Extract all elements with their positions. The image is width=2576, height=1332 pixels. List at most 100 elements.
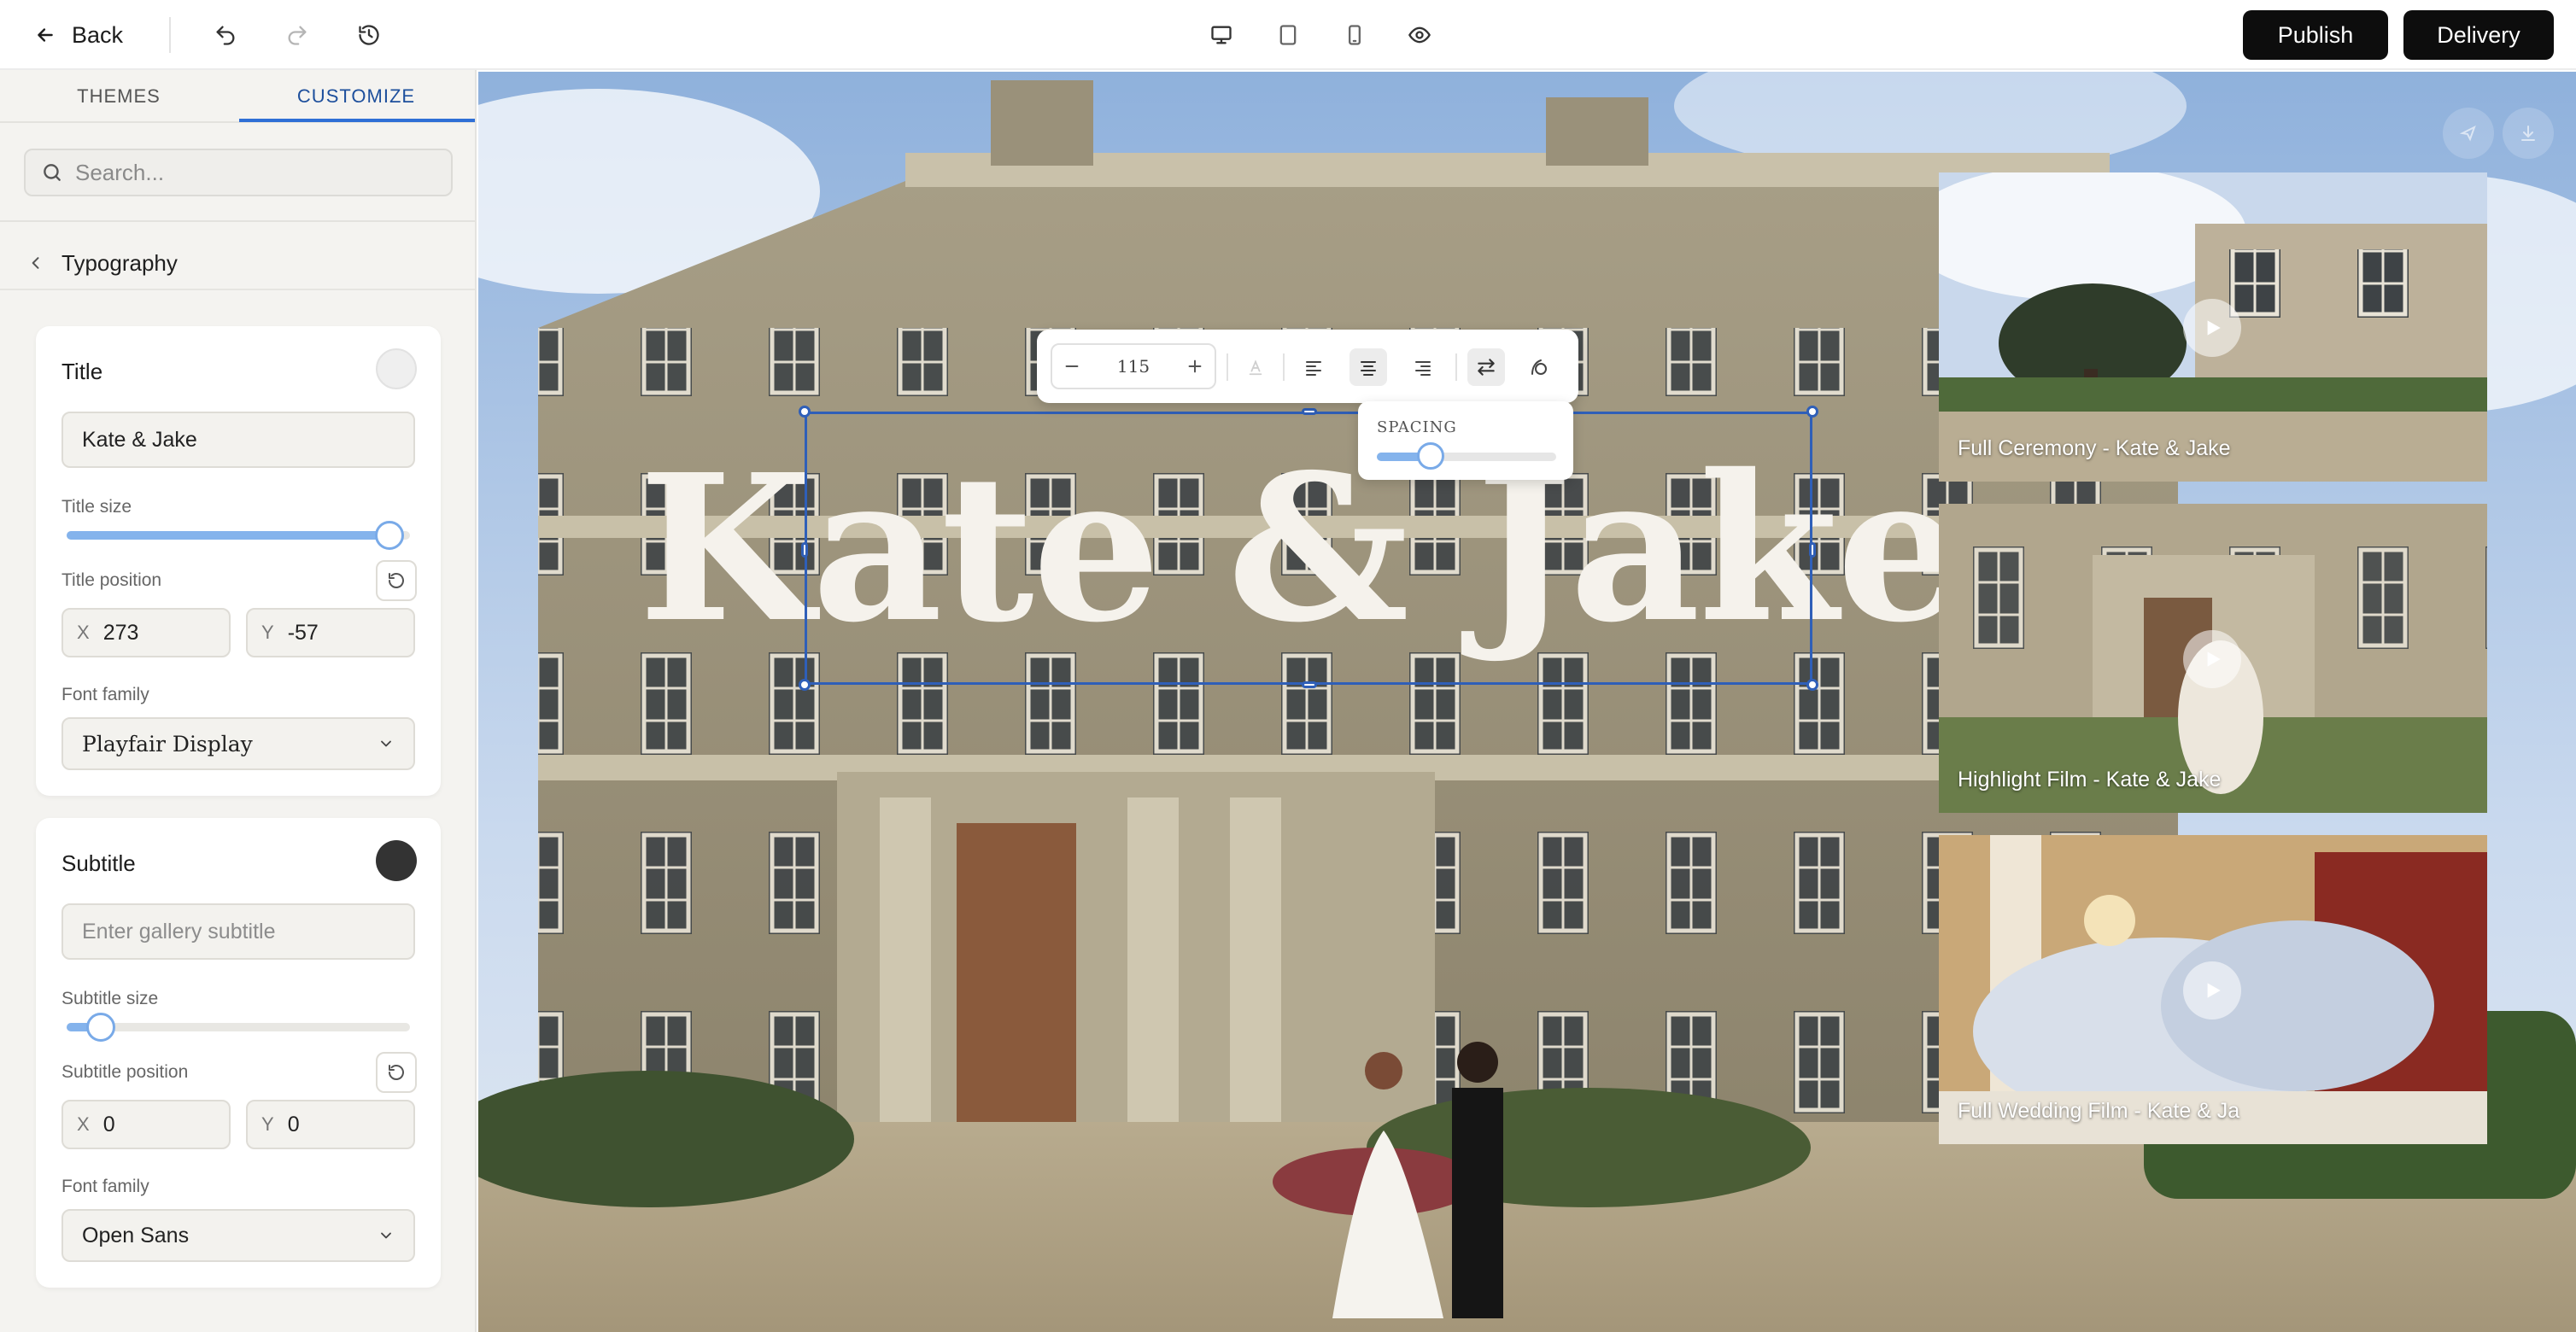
play-icon (2207, 320, 2221, 336)
title-y-input[interactable] (287, 620, 399, 646)
title-position-reset-button[interactable] (376, 560, 417, 601)
video-caption: Full Wedding Film - Kate & Ja (1958, 1099, 2240, 1123)
title-text-input[interactable] (61, 412, 415, 468)
title-position-label: Title position (61, 570, 162, 590)
chevron-down-icon (381, 740, 391, 747)
toolbar-divider (1227, 353, 1228, 381)
desktop-icon (1211, 26, 1232, 44)
redo-button[interactable] (278, 16, 316, 54)
play-button[interactable] (2183, 299, 2241, 357)
tab-themes[interactable]: THEMES (0, 70, 237, 123)
customize-sidebar: THEMES CUSTOMIZE Typography Title Title … (0, 70, 477, 1332)
play-icon (2207, 983, 2221, 998)
title-selection-box[interactable] (799, 406, 1818, 691)
subtitle-font-select[interactable]: Open Sans (61, 1209, 415, 1262)
share-icon (2459, 125, 2476, 142)
tablet-icon (1279, 25, 1297, 45)
subtitle-y-field: Y (246, 1100, 415, 1149)
breadcrumb-label: Typography (61, 249, 178, 276)
subtitle-font-value: Open Sans (82, 1223, 190, 1247)
video-caption: Full Ceremony - Kate & Jake (1958, 436, 2231, 460)
undo-button[interactable] (207, 16, 244, 54)
font-size-value[interactable]: 115 (1117, 356, 1150, 377)
spacing-slider[interactable] (1377, 442, 1556, 470)
align-center-button[interactable] (1349, 348, 1387, 386)
subtitle-size-knob[interactable] (86, 1013, 115, 1042)
arrow-left-icon (38, 28, 53, 42)
subtitle-x-input[interactable] (102, 1112, 214, 1137)
subtitle-size-slider[interactable] (67, 1013, 410, 1042)
resize-handle-right[interactable] (1809, 542, 1816, 558)
tab-customize[interactable]: CUSTOMIZE (237, 70, 475, 123)
minus-icon[interactable] (1063, 357, 1081, 376)
subtitle-position-reset-button[interactable] (376, 1052, 417, 1093)
subtitle-text-input[interactable] (61, 903, 415, 960)
history-button[interactable] (350, 16, 388, 54)
title-size-slider[interactable] (67, 521, 410, 550)
breadcrumb-back[interactable]: Typography (27, 237, 178, 289)
title-y-field: Y (246, 608, 415, 657)
video-card[interactable]: Highlight Film - Kate & Jake (1939, 504, 2487, 813)
play-icon (2207, 651, 2221, 667)
tablet-view-button[interactable] (1269, 16, 1307, 54)
y-axis-label: Y (261, 622, 274, 643)
title-x-input[interactable] (102, 620, 214, 646)
divider (0, 289, 475, 290)
gallery-preview-canvas: Kate & Jake 115 SPACING Full Ceremony - … (478, 72, 2576, 1332)
align-right-button[interactable] (1404, 348, 1442, 386)
search-box (24, 149, 453, 196)
x-axis-label: X (77, 622, 90, 643)
resize-handle-bottom[interactable] (1302, 681, 1317, 688)
share-button[interactable] (2443, 108, 2494, 159)
style-effects-icon (1531, 359, 1547, 375)
preview-button[interactable] (1401, 16, 1438, 54)
play-button[interactable] (2183, 630, 2241, 688)
resize-handle-top-left[interactable] (799, 406, 811, 418)
subtitle-x-field: X (61, 1100, 231, 1149)
effects-button[interactable] (1520, 348, 1558, 386)
title-size-knob[interactable] (375, 521, 404, 550)
desktop-view-button[interactable] (1203, 16, 1240, 54)
toolbar-divider (1455, 353, 1457, 381)
download-icon (2521, 126, 2535, 141)
subtitle-color-swatch[interactable] (376, 840, 417, 881)
video-card[interactable]: Full Ceremony - Kate & Jake (1939, 172, 2487, 482)
x-axis-label: X (77, 1113, 90, 1135)
subtitle-font-label: Font family (61, 1177, 149, 1196)
chevron-down-icon (381, 1232, 391, 1239)
resize-handle-left[interactable] (801, 542, 808, 558)
title-font-label: Font family (61, 685, 149, 704)
mobile-icon (1349, 25, 1361, 45)
resize-handle-bottom-right[interactable] (1806, 679, 1818, 691)
back-label: Back (72, 21, 124, 48)
publish-button[interactable]: Publish (2243, 10, 2388, 60)
resize-handle-top-right[interactable] (1806, 406, 1818, 418)
letter-spacing-button[interactable] (1467, 348, 1505, 386)
back-button[interactable]: Back (34, 15, 123, 55)
text-color-button[interactable] (1237, 348, 1274, 386)
subtitle-y-input[interactable] (287, 1112, 399, 1137)
play-button[interactable] (2183, 961, 2241, 1019)
spacing-knob[interactable] (1417, 442, 1444, 470)
title-font-select[interactable]: Playfair Display (61, 717, 415, 770)
text-color-icon (1249, 359, 1262, 376)
video-caption: Highlight Film - Kate & Jake (1958, 768, 2222, 792)
title-size-label: Title size (61, 497, 132, 517)
title-color-swatch[interactable] (376, 348, 417, 389)
reset-icon (389, 573, 404, 588)
subtitle-size-label: Subtitle size (61, 989, 159, 1008)
resize-handle-top[interactable] (1302, 408, 1317, 415)
chevron-left-icon (32, 257, 39, 269)
active-tab-indicator (239, 119, 475, 122)
resize-handle-bottom-left[interactable] (799, 679, 811, 691)
align-left-icon (1306, 361, 1321, 376)
plus-icon[interactable] (1186, 357, 1204, 376)
mobile-view-button[interactable] (1336, 16, 1373, 54)
download-button[interactable] (2503, 108, 2554, 159)
align-left-button[interactable] (1295, 348, 1332, 386)
delivery-button[interactable]: Delivery (2403, 10, 2554, 60)
search-input[interactable] (75, 159, 434, 186)
video-card[interactable]: Full Wedding Film - Kate & Ja (1939, 835, 2487, 1144)
spacing-label: SPACING (1377, 418, 1457, 436)
subtitle-settings-card: Subtitle Subtitle size Subtitle position… (36, 818, 441, 1288)
